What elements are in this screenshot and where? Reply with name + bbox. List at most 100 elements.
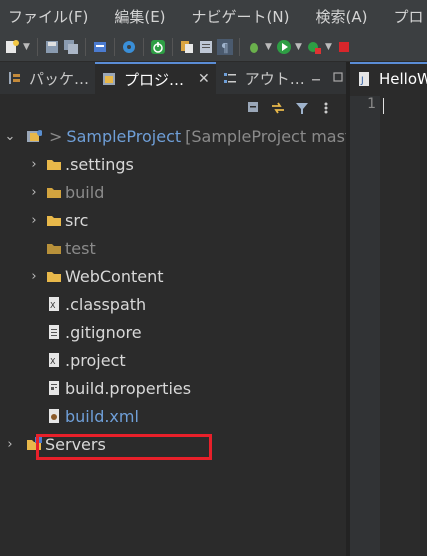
project-explorer-icon: [101, 71, 117, 87]
open-type-icon[interactable]: [179, 39, 195, 55]
toolbar-separator: [239, 37, 240, 56]
tree-row-webcontent[interactable]: › WebContent: [28, 262, 164, 290]
folder-icon: [46, 156, 62, 172]
maximize-icon[interactable]: [333, 71, 343, 85]
xml-file-icon: X: [46, 296, 62, 312]
tree-row-test[interactable]: test: [28, 234, 96, 262]
close-icon[interactable]: ✕: [198, 71, 210, 87]
svg-text:X: X: [50, 357, 56, 366]
toolbar-separator: [37, 37, 38, 56]
tree-item-label: build.xml: [65, 406, 139, 426]
tree-item-label: test: [65, 238, 96, 258]
text-file-icon: [46, 324, 62, 340]
project-decoration: [SampleProject mast: [185, 126, 352, 146]
folder-icon: [46, 184, 62, 200]
editor-area: J HelloW 1: [350, 62, 427, 556]
menu-edit[interactable]: 編集(E): [106, 6, 165, 27]
collapsed-chevron-icon[interactable]: ›: [28, 157, 40, 172]
menu-search[interactable]: 検索(A): [307, 6, 367, 27]
view-menu-icon[interactable]: [318, 100, 334, 116]
highlight-box: [36, 434, 212, 460]
tree-row-gitignore[interactable]: .gitignore: [28, 318, 142, 346]
tree-item-label: .settings: [65, 154, 134, 174]
minimize-icon[interactable]: [311, 72, 321, 85]
outline-icon: [222, 70, 238, 86]
svg-text:¶: ¶: [221, 41, 229, 55]
menu-file[interactable]: ファイル(F): [0, 6, 88, 27]
view-tab-bar: パッケ… プロジ… ✕ アウト…: [0, 62, 346, 94]
tree-row-build-properties[interactable]: build.properties: [28, 374, 191, 402]
java-file-icon: J: [356, 71, 372, 87]
menu-project[interactable]: プロ: [385, 6, 423, 27]
menu-navigate[interactable]: ナビゲート(N): [184, 6, 290, 27]
collapsed-chevron-icon[interactable]: ›: [4, 437, 16, 452]
folder-icon: [46, 212, 62, 228]
toolbar-separator: [143, 37, 144, 56]
terminal-icon[interactable]: [92, 39, 108, 55]
folder-icon: [46, 268, 62, 284]
save-all-icon[interactable]: [63, 39, 79, 55]
line-number-gutter: 1: [350, 96, 380, 556]
scm-prefix: >: [49, 126, 63, 146]
external-tools-icon[interactable]: [306, 39, 322, 55]
show-whitespace-icon[interactable]: ¶: [217, 38, 233, 55]
new-dropdown-icon[interactable]: ▼: [23, 42, 31, 52]
tree-row-build-xml[interactable]: build.xml: [28, 402, 139, 430]
ant-build-file-icon: [46, 408, 62, 424]
collapse-all-icon[interactable]: [246, 100, 262, 116]
collapsed-chevron-icon[interactable]: ›: [28, 269, 40, 284]
tab-label: プロジ…: [124, 70, 185, 89]
debug-dropdown-icon[interactable]: ▼: [265, 42, 273, 52]
menu-bar: ファイル(F) 編集(E) ナビゲート(N) 検索(A) プロ: [0, 0, 427, 32]
settings-icon[interactable]: [121, 39, 137, 55]
toolbar-separator: [85, 37, 86, 56]
dynamic-web-project-icon: [26, 128, 42, 144]
tree-item-label: WebContent: [65, 266, 164, 286]
line-number: 1: [367, 96, 376, 112]
tree-item-label: src: [65, 210, 89, 230]
tree-item-label: .project: [65, 350, 126, 370]
tree-item-label: .classpath: [65, 294, 147, 314]
collapsed-chevron-icon[interactable]: ›: [28, 213, 40, 228]
tree-row-project[interactable]: ⌄ > SampleProject [SampleProject mast: [4, 122, 352, 150]
main-toolbar: ▼ ¶ ▼ ▼ ▼: [0, 32, 427, 62]
tree-row-build[interactable]: › build: [28, 178, 104, 206]
package-explorer-icon: [6, 70, 22, 86]
run-dropdown-icon[interactable]: ▼: [295, 42, 303, 52]
tab-label: パッケ…: [29, 69, 90, 88]
tree-item-label: build: [65, 182, 105, 202]
new-icon[interactable]: [4, 39, 20, 55]
tree-row-project-file[interactable]: X .project: [28, 346, 126, 374]
text-caret: [383, 98, 384, 114]
xml-file-icon: X: [46, 352, 62, 368]
stop-icon[interactable]: [336, 39, 352, 55]
power-icon[interactable]: [150, 39, 166, 55]
project-explorer-view: パッケ… プロジ… ✕ アウト… ⌄ > SampleProject [Samp…: [0, 62, 351, 556]
run-icon[interactable]: [276, 39, 292, 55]
view-toolbar: [0, 94, 346, 122]
tree-item-label: .gitignore: [65, 322, 142, 342]
tree-row-classpath[interactable]: X .classpath: [28, 290, 146, 318]
link-with-editor-icon[interactable]: [270, 100, 286, 116]
svg-text:J: J: [360, 76, 364, 86]
tree-row-src[interactable]: › src: [28, 206, 88, 234]
toolbar-separator: [172, 37, 173, 56]
debug-icon[interactable]: [246, 39, 262, 55]
project-name: SampleProject: [66, 126, 182, 146]
tab-package-explorer[interactable]: パッケ…: [0, 62, 95, 94]
expanded-chevron-icon[interactable]: ⌄: [4, 129, 16, 144]
editor-tab[interactable]: J HelloW: [350, 62, 427, 94]
tree-row-settings[interactable]: › .settings: [28, 150, 134, 178]
properties-file-icon: [46, 380, 62, 396]
tree-item-label: build.properties: [65, 378, 192, 398]
open-task-icon[interactable]: [198, 39, 214, 55]
tab-project-explorer[interactable]: プロジ… ✕: [95, 62, 216, 94]
external-tools-dropdown-icon[interactable]: ▼: [325, 42, 333, 52]
save-icon[interactable]: [44, 39, 60, 55]
editor-tab-label: HelloW: [379, 70, 427, 88]
folder-icon: [46, 240, 62, 256]
filter-icon[interactable]: [294, 100, 310, 116]
collapsed-chevron-icon[interactable]: ›: [28, 185, 40, 200]
svg-text:X: X: [50, 301, 56, 310]
tab-outline[interactable]: アウト…: [216, 62, 311, 94]
